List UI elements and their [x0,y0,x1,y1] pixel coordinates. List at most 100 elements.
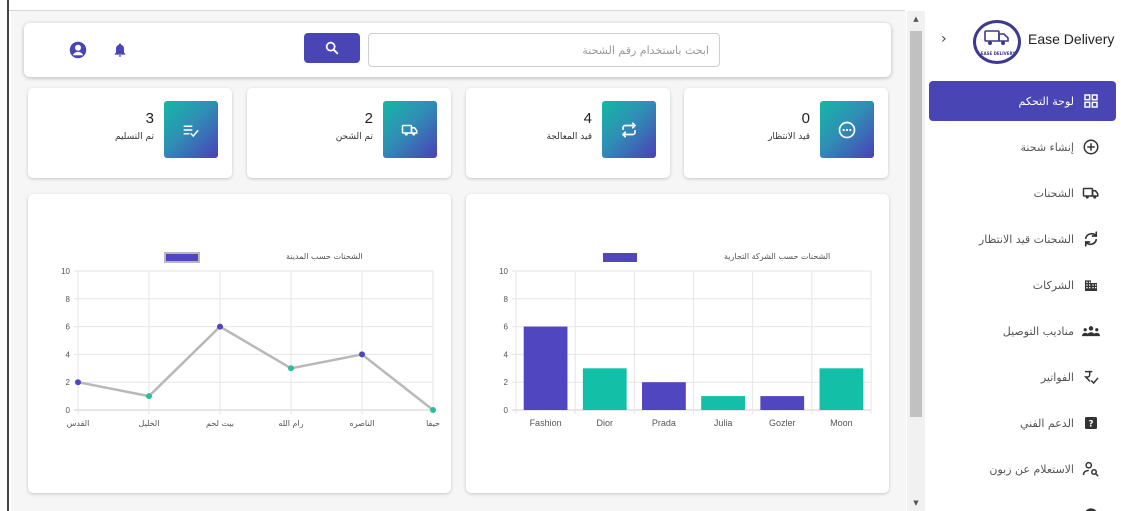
stat-label: قيد المعالجة [546,132,592,142]
sidebar-item-companies[interactable]: الشركات [929,265,1116,305]
y-tick-label: 4 [66,350,71,359]
y-tick-label: 6 [66,323,71,332]
search-icon [325,41,339,55]
brand-logo: EASE DELIVERY [973,20,1021,64]
bar [819,368,864,410]
sidebar-item-label: إنشاء شحنة [1020,140,1075,154]
sidebar-item-label: الفواتير [1040,370,1074,384]
scroll-down-arrow[interactable]: ▼ [911,498,921,508]
sidebar-item-support[interactable]: الدعم الفني ? [929,403,1116,443]
sidebar-item-label: الدعم الفني [1019,416,1074,430]
list-check-icon [164,101,218,158]
x-tick-label: Gozler [769,418,796,428]
sidebar-item-label: الشحنات [1033,186,1074,200]
search-input[interactable] [368,33,720,67]
data-point [146,393,152,400]
sidebar-item-invoices[interactable]: الفواتير [929,357,1116,397]
sidebar-item-create-shipment[interactable]: إنشاء شحنة [929,127,1116,167]
sidebar-item-partial[interactable] [929,495,1116,511]
building-icon [1082,276,1100,294]
stat-card-shipped: 2 تم الشحن [247,88,451,178]
y-tick-label: 10 [61,267,70,276]
top-header [24,23,891,77]
sidebar-item-customer-lookup[interactable]: الاستعلام عن زبون [929,449,1116,489]
account-circle-icon [1082,506,1100,511]
sidebar-item-pending-shipments[interactable]: الشحنات قيد الانتظار [929,219,1116,259]
stat-label: تم الشحن [335,132,373,142]
y-tick-label: 8 [504,295,509,304]
x-tick-label: Dior [596,418,613,428]
dashboard-grid-icon [1082,92,1100,110]
vertical-scrollbar[interactable]: ▲ ▼ [907,11,925,511]
company-bar-chart: الشحنات حسب الشركة التجارية 0 2 4 6 8 10 Fashio… [499,252,872,428]
truck-icon [1082,184,1100,202]
sidebar-item-label: مناديب التوصيل [1002,324,1074,338]
x-tick-label: الناصره [350,419,375,428]
company-bar-chart-card: الشحنات حسب الشركة التجارية 0 2 4 6 8 10 Fashio… [466,194,889,493]
y-tick-label: 0 [66,406,71,415]
person-search-icon [1082,460,1100,478]
scroll-up-arrow[interactable]: ▲ [911,14,921,24]
window-left-edge [0,0,9,511]
y-tick-label: 2 [66,378,71,387]
y-tick-label: 2 [504,378,509,387]
chevron-right-icon[interactable]: › [941,31,947,47]
series-line [77,325,434,411]
legend-label: الشحنات حسب الشركة التجارية [724,252,830,261]
search-button[interactable] [304,33,360,63]
add-circle-icon [1082,138,1100,156]
sidebar: › EASE DELIVERY Ease Delivery لوحة التحك… [925,11,1121,511]
bar [701,396,745,410]
sync-icon [1082,230,1100,248]
bell-icon[interactable] [110,40,130,60]
brand-name: Ease Delivery [1028,31,1115,47]
x-tick-label: القدس [67,419,90,428]
bar [523,326,568,410]
sidebar-item-shipments[interactable]: الشحنات [929,173,1116,213]
stat-value: 4 [583,110,592,127]
data-point [288,365,294,372]
stat-value: 0 [801,110,810,127]
sidebar-item-label: لوحة التحكم [1018,94,1074,108]
sidebar-item-label: الشحنات قيد الانتظار [978,232,1074,246]
x-tick-label: حيفا [426,419,440,428]
y-tick-label: 4 [504,350,509,359]
sidebar-item-dashboard[interactable]: لوحة التحكم [929,81,1116,121]
data-point [75,379,81,386]
main-content: 3 تم التسليم 2 تم الشحن 4 قيد المعالجة 0… [11,11,906,511]
x-tick-label: Moon [830,418,853,428]
sidebar-item-label: الاستعلام عن زبون [989,462,1074,476]
sidebar-item-couriers[interactable]: مناديب التوصيل [929,311,1116,351]
y-tick-label: 6 [504,323,509,332]
scroll-thumb[interactable] [910,31,922,417]
help-box-icon: ? [1082,414,1100,432]
x-tick-label: الخليل [139,419,160,428]
y-tick-label: 8 [66,295,71,304]
account-circle-icon[interactable] [68,40,88,60]
data-point [430,407,436,413]
city-line-chart: الشحنات حسب المدينة 0 2 4 6 8 10 القدس الخليل بيت… [61,252,440,428]
x-tick-label: رام الله [278,419,303,428]
sidebar-item-label: الشركات [1032,278,1074,292]
stat-value: 3 [145,110,154,127]
stat-card-processing: 4 قيد المعالجة [466,88,670,178]
stat-label: تم التسليم [114,132,154,142]
legend-label: الشحنات حسب المدينة [286,252,363,261]
legend-swatch [603,253,637,262]
y-tick-label: 10 [499,267,508,276]
stat-value: 2 [364,110,373,127]
bar [582,368,627,410]
stat-card-pending: 0 قيد الانتظار [684,88,888,178]
logo-text: EASE DELIVERY [980,51,1016,56]
brand-header: › EASE DELIVERY Ease Delivery [925,11,1121,73]
y-tick-label: 0 [504,406,509,415]
pending-icon [820,101,874,158]
svg-text:?: ? [1088,419,1093,429]
stat-label: قيد الانتظار [768,132,810,142]
group-icon [1082,322,1100,340]
stat-card-delivered: 3 تم التسليم [28,88,232,178]
data-point [217,323,223,330]
x-tick-label: بيت لحم [206,419,234,428]
data-point [359,351,365,358]
city-line-chart-card: الشحنات حسب المدينة 0 2 4 6 8 10 القدس الخليل بيت… [28,194,451,493]
